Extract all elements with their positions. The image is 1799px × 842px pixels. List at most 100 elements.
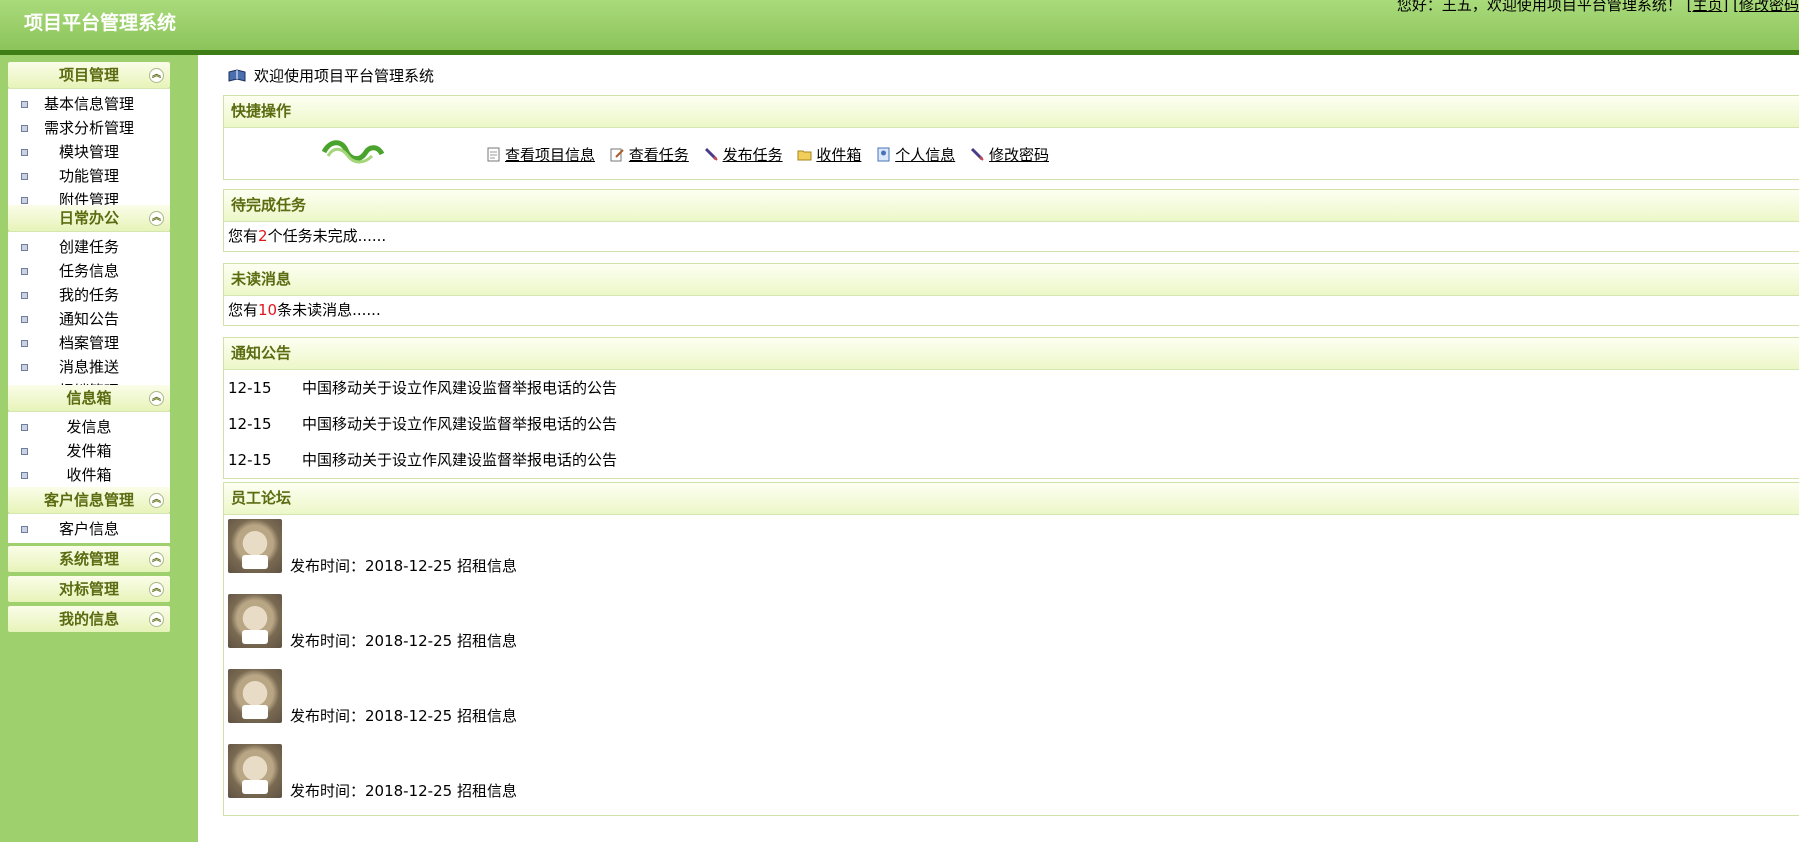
bullet-icon: [21, 149, 28, 156]
unread-messages-text: 您有10条未读消息......: [224, 296, 1799, 325]
collapse-icon[interactable]: ︽: [149, 552, 164, 567]
forum-post-row[interactable]: 发布时间：2018-12-25 招租信息: [224, 590, 1799, 665]
edit-document-icon: [610, 148, 624, 162]
notice-row[interactable]: 12-15 中国移动关于设立作风建设监督举报电话的公告: [224, 406, 1799, 442]
sidebar-menu-label: 任务信息: [58, 262, 119, 280]
notice-title: 中国移动关于设立作风建设监督举报电话的公告: [302, 451, 618, 469]
sidebar-menu-label: 创建任务: [58, 238, 119, 256]
bullet-icon: [21, 364, 28, 371]
avatar: [228, 519, 282, 573]
quick-link-change-password[interactable]: 修改密码: [970, 144, 1049, 165]
sidebar-menu-item[interactable]: 发件箱: [8, 439, 170, 463]
bullet-icon: [21, 173, 28, 180]
sidebar-menu-item[interactable]: 收件箱: [8, 463, 170, 487]
menu-group-title: 信息箱: [66, 389, 112, 407]
pending-tasks-title: 待完成任务: [224, 190, 1799, 222]
sidebar: 项目管理 ︽ 基本信息管理 需求分析管理 模块管理 功能管理 附件管理 日常办公 ︽ 创建任务 任务…: [0, 55, 198, 842]
bullet-icon: [21, 197, 28, 204]
top-header: 项目平台管理系统 您好：王五，欢迎使用项目平台管理系统！ [主页] [修改密码: [0, 0, 1799, 55]
sidebar-menu-item[interactable]: 客户信息: [8, 517, 170, 541]
menu-group-title: 日常办公: [58, 209, 119, 227]
forum-post-row[interactable]: 发布时间：2018-12-25 招租信息: [224, 515, 1799, 590]
notices-panel: 通知公告 12-15 中国移动关于设立作风建设监督举报电话的公告 12-15 中国移动…: [223, 337, 1799, 479]
menu-group-items: 基本信息管理 需求分析管理 模块管理 功能管理 附件管理: [8, 88, 170, 214]
notice-row[interactable]: 12-15 中国移动关于设立作风建设监督举报电话的公告: [224, 442, 1799, 478]
book-icon: [228, 69, 246, 82]
menu-group-header[interactable]: 日常办公 ︽: [8, 205, 170, 231]
sidebar-menu-item[interactable]: 功能管理: [8, 164, 170, 188]
menu-group: 系统管理 ︽: [8, 546, 170, 572]
menu-group-header[interactable]: 客户信息管理 ︽: [8, 487, 170, 513]
bullet-icon: [21, 125, 28, 132]
bullet-icon: [21, 316, 28, 323]
sidebar-menu-item[interactable]: 档案管理: [8, 331, 170, 355]
menu-group-header[interactable]: 项目管理 ︽: [8, 62, 170, 88]
collapse-icon[interactable]: ︽: [149, 391, 164, 406]
bullet-icon: [21, 526, 28, 533]
quick-link-view-tasks[interactable]: 查看任务: [610, 144, 689, 165]
sidebar-menu-item[interactable]: 基本信息管理: [8, 92, 170, 116]
sidebar-menu-item[interactable]: 模块管理: [8, 140, 170, 164]
notice-date: 12-15: [228, 451, 272, 469]
folder-icon: [797, 150, 812, 161]
sidebar-menu-label: 功能管理: [58, 167, 119, 185]
quick-link-profile[interactable]: 个人信息: [876, 144, 955, 165]
main-welcome: 欢迎使用项目平台管理系统: [228, 65, 434, 87]
menu-group-title: 我的信息: [58, 610, 119, 628]
notices-title: 通知公告: [224, 338, 1799, 370]
user-welcome-bar: 您好：王五，欢迎使用项目平台管理系统！ [主页] [修改密码: [1397, 0, 1799, 15]
change-password-link[interactable]: 修改密码: [1739, 0, 1799, 14]
menu-group-title: 项目管理: [58, 66, 119, 84]
sidebar-menu-item[interactable]: 需求分析管理: [8, 116, 170, 140]
menu-group-header[interactable]: 系统管理 ︽: [8, 546, 170, 572]
sidebar-menu-item[interactable]: 任务信息: [8, 259, 170, 283]
menu-group-header[interactable]: 信息箱 ︽: [8, 385, 170, 411]
menu-group-header[interactable]: 我的信息 ︽: [8, 606, 170, 632]
quick-actions-panel: 快捷操作 查看项目信息 查看任务 发布任务 收件箱 个人信息 修改密码: [223, 95, 1799, 180]
collapse-icon[interactable]: ︽: [149, 612, 164, 627]
bullet-icon: [21, 472, 28, 479]
sidebar-menu-label: 我的任务: [58, 286, 119, 304]
avatar: [228, 744, 282, 798]
bullet-icon: [21, 448, 28, 455]
forum-post-row[interactable]: 发布时间：2018-12-25 招租信息: [224, 740, 1799, 815]
collapse-icon[interactable]: ︽: [149, 211, 164, 226]
swirl-logo-icon: [321, 140, 385, 164]
menu-group-items: 客户信息: [8, 513, 170, 543]
collapse-icon[interactable]: ︽: [149, 493, 164, 508]
quick-link-publish-task[interactable]: 发布任务: [704, 144, 783, 165]
main-content: 欢迎使用项目平台管理系统 快捷操作 查看项目信息 查看任务 发布任务 收件箱 个…: [198, 55, 1799, 842]
quick-link-inbox[interactable]: 收件箱: [797, 144, 861, 165]
collapse-icon[interactable]: ︽: [149, 582, 164, 597]
bullet-icon: [21, 340, 28, 347]
notice-title: 中国移动关于设立作风建设监督举报电话的公告: [302, 379, 618, 397]
sidebar-menu-item[interactable]: 创建任务: [8, 235, 170, 259]
menu-group-title: 客户信息管理: [43, 491, 134, 509]
forum-post-text: 发布时间：2018-12-25 招租信息: [290, 632, 517, 650]
greeting-text: 您好：王五，欢迎使用项目平台管理系统！: [1396, 0, 1682, 14]
sidebar-menu-item[interactable]: 通知公告: [8, 307, 170, 331]
pending-tasks-text: 您有2个任务未完成......: [224, 222, 1799, 251]
welcome-text: 欢迎使用项目平台管理系统: [254, 67, 435, 85]
sidebar-menu-item[interactable]: 我的任务: [8, 283, 170, 307]
menu-group: 信息箱 ︽ 发信息 发件箱 收件箱: [8, 385, 170, 489]
quick-links: 查看项目信息 查看任务 发布任务 收件箱 个人信息 修改密码: [486, 144, 1059, 165]
sidebar-menu-item[interactable]: 消息推送: [8, 355, 170, 379]
bullet-icon: [21, 101, 28, 108]
menu-group-header[interactable]: 对标管理 ︽: [8, 576, 170, 602]
sidebar-menu-item[interactable]: 发信息: [8, 415, 170, 439]
quick-link-view-projects[interactable]: 查看项目信息: [486, 144, 595, 165]
home-link[interactable]: 主页: [1692, 0, 1722, 14]
notice-row[interactable]: 12-15 中国移动关于设立作风建设监督举报电话的公告: [224, 370, 1799, 406]
unread-count: 10: [258, 301, 278, 319]
bullet-icon: [21, 424, 28, 431]
sidebar-menu-label: 客户信息: [58, 520, 119, 538]
pending-tasks-panel: 待完成任务 您有2个任务未完成......: [223, 189, 1799, 252]
notice-date: 12-15: [228, 379, 272, 397]
collapse-icon[interactable]: ︽: [149, 68, 164, 83]
menu-group: 项目管理 ︽ 基本信息管理 需求分析管理 模块管理 功能管理 附件管理: [8, 62, 170, 214]
bullet-icon: [21, 292, 28, 299]
notice-list: 12-15 中国移动关于设立作风建设监督举报电话的公告 12-15 中国移动关于设立作…: [224, 370, 1799, 478]
forum-post-row[interactable]: 发布时间：2018-12-25 招租信息: [224, 665, 1799, 740]
menu-group-items: 发信息 发件箱 收件箱: [8, 411, 170, 489]
